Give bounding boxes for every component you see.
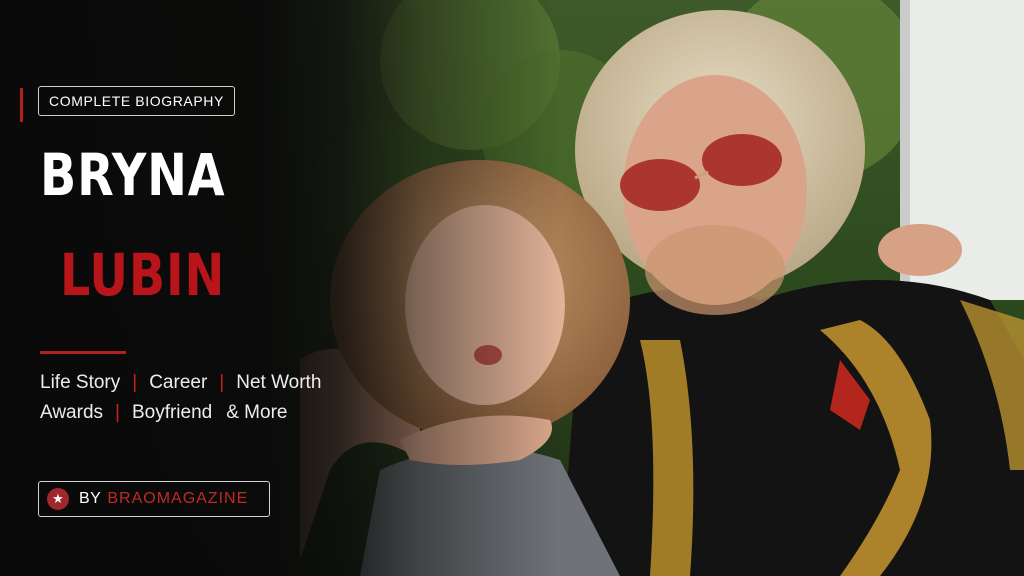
topic-separator: | <box>219 372 225 393</box>
topic-more: & More <box>226 402 288 423</box>
byline-badge: ★ BY BRAOMAGAZINE <box>38 481 270 517</box>
byline-by: BY <box>79 490 102 507</box>
topic-net-worth: Net Worth <box>236 372 322 393</box>
category-tag: COMPLETE BIOGRAPHY <box>38 86 235 116</box>
title-first-name: BRYNA <box>40 141 226 209</box>
topic-separator: | <box>132 372 138 393</box>
topics-row-2: Awards | Boyfriend & More <box>40 402 287 424</box>
topic-career: Career <box>149 372 208 393</box>
title-divider <box>40 351 126 354</box>
topic-life-story: Life Story <box>40 372 121 393</box>
thumbnail: COMPLETE BIOGRAPHY BRYNA LUBIN Life Stor… <box>0 0 1024 576</box>
topic-awards: Awards <box>40 402 104 423</box>
brand-name: BRAOMAGAZINE <box>107 490 249 507</box>
title-last-name: LUBIN <box>60 241 226 309</box>
star-icon: ★ <box>47 488 69 510</box>
accent-bar <box>20 88 23 122</box>
topics-row-1: Life Story | Career | Net Worth <box>40 372 321 394</box>
topic-separator: | <box>115 402 120 423</box>
topic-boyfriend: Boyfriend <box>131 402 213 423</box>
